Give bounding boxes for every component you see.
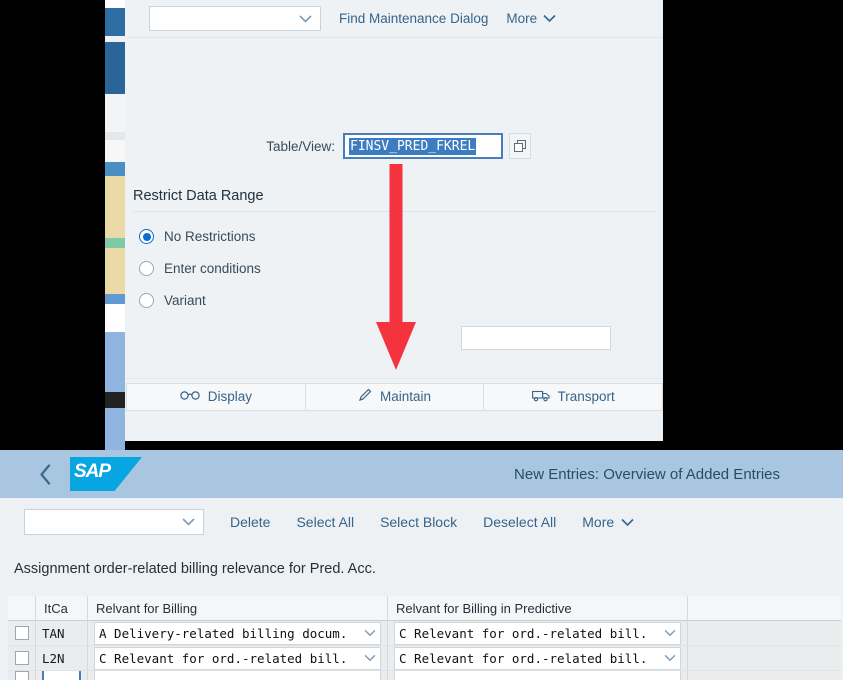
new-entries-screen: Delete Select All Select Block Deselect … xyxy=(0,498,843,680)
find-maintenance-dialog-link[interactable]: Find Maintenance Dialog xyxy=(339,11,488,26)
billing-dropdown[interactable] xyxy=(94,671,381,680)
table-row[interactable]: L2N C Relevant for ord.-related bill. C … xyxy=(8,646,843,671)
entries-toolbar: Delete Select All Select Block Deselect … xyxy=(0,498,843,546)
pencil-icon xyxy=(358,388,372,405)
billing-dropdown-value: C Relevant for ord.-related bill. xyxy=(99,650,348,666)
cell-relevant-for-billing[interactable]: A Delivery-related billing docum. xyxy=(88,621,388,646)
row-checkbox-cell[interactable] xyxy=(8,671,36,680)
radio-variant-label: Variant xyxy=(164,293,206,308)
toolbar-dropdown[interactable] xyxy=(149,6,321,31)
chevron-down-icon xyxy=(664,654,676,662)
cell-itca: L2N xyxy=(36,646,88,671)
table-view-value: FINSV_PRED_FKREL xyxy=(349,137,477,155)
column-header-select xyxy=(8,596,36,621)
cell-itca-value: L2N xyxy=(42,650,65,666)
cell-relevant-for-billing-predictive[interactable]: C Relevant for ord.-related bill. xyxy=(388,621,688,646)
panel-more-menu[interactable]: More xyxy=(506,11,556,26)
cell-relevant-for-billing[interactable]: C Relevant for ord.-related bill. xyxy=(88,646,388,671)
sap-shell-header: SAP New Entries: Overview of Added Entri… xyxy=(0,450,843,498)
entries-subtitle: Assignment order-related billing relevan… xyxy=(14,561,376,577)
cell-relevant-for-billing-predictive[interactable] xyxy=(388,671,688,680)
cell-itca: TAN xyxy=(36,621,88,646)
table-row[interactable] xyxy=(8,671,843,680)
sap-logo-text: SAP xyxy=(74,461,111,482)
panel-footer xyxy=(125,414,663,441)
panel-button-bar: Display Maintain Transport xyxy=(125,378,663,414)
cell-relevant-for-billing[interactable] xyxy=(88,671,388,680)
glasses-icon xyxy=(180,389,200,404)
truck-icon xyxy=(531,389,550,405)
entries-more-label: More xyxy=(582,514,615,530)
background-window-sliver xyxy=(105,0,125,450)
radio-no-restrictions[interactable]: No Restrictions xyxy=(139,229,256,244)
billing-predictive-dropdown[interactable]: C Relevant for ord.-related bill. xyxy=(394,621,681,645)
display-button-label: Display xyxy=(207,389,252,404)
radio-enter-conditions[interactable]: Enter conditions xyxy=(139,261,261,276)
column-header-spacer xyxy=(688,596,841,621)
maintain-button[interactable]: Maintain xyxy=(304,382,485,411)
transport-button-label: Transport xyxy=(557,389,615,404)
back-chevron-icon[interactable] xyxy=(28,463,62,485)
chevron-down-icon xyxy=(364,654,376,662)
entries-toolbar-dropdown[interactable] xyxy=(24,509,204,535)
row-checkbox[interactable] xyxy=(14,626,29,640)
radio-variant[interactable]: Variant xyxy=(139,293,206,308)
column-header-itca: ItCa xyxy=(36,596,88,621)
column-header-relevant-for-billing-predictive: Relvant for Billing in Predictive xyxy=(388,596,688,621)
chevron-down-icon xyxy=(364,629,376,637)
value-help-icon[interactable] xyxy=(509,133,531,159)
table-row[interactable]: TAN A Delivery-related billing docum. C … xyxy=(8,621,843,646)
billing-predictive-dropdown-value: C Relevant for ord.-related bill. xyxy=(399,650,648,666)
radio-no-restrictions-label: No Restrictions xyxy=(164,229,256,244)
select-block-button[interactable]: Select Block xyxy=(380,514,457,530)
table-view-input[interactable]: FINSV_PRED_FKREL xyxy=(343,133,503,159)
billing-predictive-dropdown[interactable]: C Relevant for ord.-related bill. xyxy=(394,646,681,670)
row-checkbox-cell[interactable] xyxy=(8,621,36,646)
billing-predictive-dropdown[interactable] xyxy=(394,671,681,680)
sap-logo[interactable]: SAP xyxy=(70,457,142,491)
entries-table: ItCa Relvant for Billing Relvant for Bil… xyxy=(8,596,843,680)
display-button[interactable]: Display xyxy=(126,382,306,411)
billing-dropdown[interactable]: C Relevant for ord.-related bill. xyxy=(94,646,381,670)
billing-predictive-dropdown-value: C Relevant for ord.-related bill. xyxy=(399,625,648,641)
radio-enter-conditions-indicator xyxy=(139,261,154,276)
table-view-field-row: Table/View: FINSV_PRED_FKREL xyxy=(125,130,663,162)
cell-itca-value: TAN xyxy=(42,625,65,641)
chevron-down-icon xyxy=(664,629,676,637)
restrict-data-range-title: Restrict Data Range xyxy=(133,188,655,212)
table-view-label: Table/View: xyxy=(266,138,335,154)
delete-button[interactable]: Delete xyxy=(230,514,270,530)
cell-spacer xyxy=(688,671,841,680)
chevron-down-icon xyxy=(543,14,556,23)
cell-itca[interactable] xyxy=(36,671,88,680)
cell-spacer xyxy=(688,621,841,646)
screenshot-root: Find Maintenance Dialog More Table/View:… xyxy=(0,0,843,680)
panel-more-label: More xyxy=(506,11,538,26)
panel-toolbar: Find Maintenance Dialog More xyxy=(125,0,663,38)
maintenance-dialog-panel: Find Maintenance Dialog More Table/View:… xyxy=(125,0,663,441)
radio-no-restrictions-indicator xyxy=(139,229,154,244)
transport-button[interactable]: Transport xyxy=(483,382,663,411)
billing-dropdown[interactable]: A Delivery-related billing docum. xyxy=(94,621,381,645)
radio-variant-indicator xyxy=(139,293,154,308)
cell-spacer xyxy=(688,646,841,671)
cell-relevant-for-billing-predictive[interactable]: C Relevant for ord.-related bill. xyxy=(388,646,688,671)
row-checkbox-cell[interactable] xyxy=(8,646,36,671)
maintain-button-label: Maintain xyxy=(379,389,432,404)
radio-enter-conditions-label: Enter conditions xyxy=(164,261,261,276)
panel-body: Table/View: FINSV_PRED_FKREL Restrict Da… xyxy=(125,38,663,378)
deselect-all-button[interactable]: Deselect All xyxy=(483,514,556,530)
variant-input[interactable] xyxy=(461,326,611,350)
row-checkbox[interactable] xyxy=(14,651,29,665)
select-all-button[interactable]: Select All xyxy=(296,514,354,530)
entries-more-menu[interactable]: More xyxy=(582,514,634,530)
chevron-down-icon xyxy=(182,518,195,527)
billing-dropdown-value: A Delivery-related billing docum. xyxy=(99,625,348,641)
table-header-row: ItCa Relvant for Billing Relvant for Bil… xyxy=(8,596,843,621)
column-header-relevant-for-billing: Relvant for Billing xyxy=(88,596,388,621)
chevron-down-icon xyxy=(621,518,634,527)
row-checkbox[interactable] xyxy=(14,671,29,680)
chevron-down-icon xyxy=(299,14,312,23)
itca-input[interactable] xyxy=(42,671,81,680)
